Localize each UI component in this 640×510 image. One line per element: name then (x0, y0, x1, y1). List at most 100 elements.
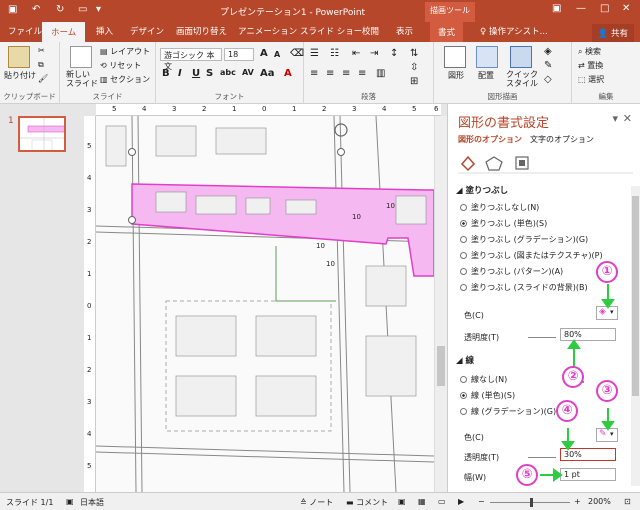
zoom-in-icon[interactable]: + (574, 497, 581, 506)
line-color-button[interactable]: ✎ ▾ (596, 428, 618, 442)
tab-slideshow[interactable]: スライド ショー (300, 25, 362, 37)
line-width-input[interactable]: 1 pt (560, 468, 616, 481)
replace-button[interactable]: ⇄ 置換 (578, 60, 603, 71)
pane-close-icon[interactable]: ✕ (623, 112, 632, 125)
line-option-gradient[interactable]: 線 (グラデーション)(G) (460, 406, 556, 417)
selection-handle[interactable] (337, 148, 345, 156)
columns-icon[interactable]: ▥ (376, 68, 385, 79)
shape-outline-icon[interactable]: ✎ (544, 60, 552, 71)
tab-text-options[interactable]: 文字のオプション (530, 134, 594, 145)
copy-icon[interactable]: ⧉ (38, 60, 44, 70)
notes-button[interactable]: ≙ ノート (300, 497, 333, 508)
quick-styles-button[interactable]: クイック スタイル (506, 70, 538, 88)
save-icon[interactable]: ▣ (8, 4, 17, 15)
reading-view-icon[interactable]: ▭ (438, 497, 446, 506)
normal-view-icon[interactable]: ▣ (398, 497, 406, 506)
new-slide-button[interactable]: 新しい スライド (66, 70, 98, 88)
align-text-icon[interactable]: ⇳ (410, 62, 418, 73)
fill-option-background[interactable]: 塗りつぶし (スライドの背景)(B) (460, 282, 588, 293)
case-icon[interactable]: Aa (260, 68, 275, 79)
pane-scrollbar-thumb[interactable] (632, 196, 639, 396)
paste-icon[interactable] (8, 46, 30, 68)
new-slide-icon[interactable] (70, 46, 92, 68)
font-size-select[interactable]: 18 (224, 48, 254, 61)
shrink-font-icon[interactable]: A (274, 50, 280, 59)
italic-icon[interactable]: I (178, 68, 182, 79)
fill-option-gradient[interactable]: 塗りつぶし (グラデーション)(G) (460, 234, 588, 245)
slide-canvas[interactable]: 10 10 10 10 (96, 116, 434, 492)
layout-button[interactable]: ▤ レイアウト (100, 46, 150, 57)
pane-options-icon[interactable]: ▾ (612, 112, 618, 125)
cut-icon[interactable]: ✂ (38, 46, 45, 55)
fit-slide-icon[interactable]: ⊡ (624, 497, 631, 506)
clear-format-icon[interactable]: ⌫ (290, 48, 304, 59)
grow-font-icon[interactable]: A (260, 48, 268, 59)
line-spacing-icon[interactable]: ↕ (390, 48, 398, 59)
shapes-button[interactable]: 図形 (448, 70, 464, 81)
selection-handle[interactable] (128, 216, 136, 224)
select-button[interactable]: ⬚ 選択 (578, 74, 604, 85)
present-icon[interactable]: ▭ (78, 4, 87, 15)
language[interactable]: 日本語 (80, 497, 104, 508)
bold-icon[interactable]: B (162, 68, 170, 79)
spacing-icon[interactable]: AV (242, 68, 254, 77)
shape-fill-icon[interactable]: ◈ (544, 46, 552, 57)
tab-format[interactable]: 書式 (430, 22, 464, 42)
tab-insert[interactable]: 挿入 (96, 25, 113, 37)
tab-shape-options[interactable]: 図形のオプション (458, 134, 522, 145)
slide-sorter-icon[interactable]: ▦ (418, 497, 426, 506)
underline-icon[interactable]: U (192, 68, 200, 79)
share-button[interactable]: 👤 共有 (591, 24, 634, 42)
scrollbar-thumb[interactable] (437, 346, 445, 386)
font-color-icon[interactable]: A (284, 68, 292, 79)
slide-thumbnail[interactable] (18, 116, 66, 152)
minimize-icon[interactable]: — (576, 3, 586, 14)
undo-icon[interactable]: ↶ (32, 4, 40, 15)
text-direction-icon[interactable]: ⇅ (410, 48, 418, 59)
shape-effects-icon[interactable]: ◇ (544, 74, 552, 85)
tab-review[interactable]: 校閲 (362, 25, 379, 37)
find-button[interactable]: ⌕ 検索 (578, 46, 601, 57)
line-option-solid[interactable]: 線 (単色)(S) (460, 390, 515, 401)
font-name-select[interactable]: 游ゴシック 本文 (160, 48, 222, 71)
arrange-button[interactable]: 配置 (478, 70, 494, 81)
maximize-icon[interactable]: □ (600, 3, 609, 14)
effects-icon[interactable] (485, 156, 503, 171)
tell-me-search[interactable]: ♀ 操作アシスト... (480, 25, 548, 37)
tab-transitions[interactable]: 画面切り替え (176, 25, 227, 37)
smartart-icon[interactable]: ⊞ (410, 76, 418, 87)
decrease-indent-icon[interactable]: ⇤ (352, 48, 360, 59)
shadow-icon[interactable]: S (206, 68, 213, 79)
zoom-out-icon[interactable]: − (478, 497, 485, 506)
comments-button[interactable]: ▬ コメント (346, 497, 388, 508)
strikethrough-icon[interactable]: abc (220, 68, 236, 77)
increase-indent-icon[interactable]: ⇥ (370, 48, 378, 59)
slideshow-view-icon[interactable]: ▶ (458, 497, 464, 506)
fill-color-button[interactable]: ◈ ▾ (596, 306, 618, 320)
fill-line-icon[interactable] (460, 155, 476, 172)
tab-design[interactable]: デザイン (130, 25, 164, 37)
pane-scrollbar[interactable] (631, 186, 640, 486)
bullets-icon[interactable]: ☰ (310, 48, 319, 59)
fill-option-solid[interactable]: 塗りつぶし (単色)(S) (460, 218, 547, 229)
spellcheck-icon[interactable]: ▣ (66, 497, 74, 506)
justify-icon[interactable]: ≡ (358, 68, 366, 79)
line-transparency-slider[interactable] (528, 457, 556, 458)
paste-button[interactable]: 貼り付け (4, 70, 36, 81)
tab-home[interactable]: ホーム (42, 22, 86, 42)
zoom-level[interactable]: 200% (588, 497, 611, 506)
reset-button[interactable]: ⟲ リセット (100, 60, 141, 71)
line-option-none[interactable]: 線なし(N) (460, 374, 507, 385)
fill-section-header[interactable]: ◢ 塗りつぶし (456, 184, 508, 196)
format-painter-icon[interactable]: 🖌 (38, 74, 48, 83)
arrange-icon[interactable] (476, 46, 498, 68)
line-section-header[interactable]: ◢ 線 (456, 354, 474, 366)
fill-option-pattern[interactable]: 塗りつぶし (パターン)(A) (460, 266, 563, 277)
tab-view[interactable]: 表示 (396, 25, 413, 37)
selection-handle[interactable] (128, 148, 136, 156)
shapes-icon[interactable] (444, 46, 466, 68)
numbering-icon[interactable]: ☷ (330, 48, 339, 59)
redo-icon[interactable]: ↻ (56, 4, 64, 15)
customize-icon[interactable]: ▾ (96, 4, 101, 15)
align-left-icon[interactable]: ≡ (310, 68, 318, 79)
